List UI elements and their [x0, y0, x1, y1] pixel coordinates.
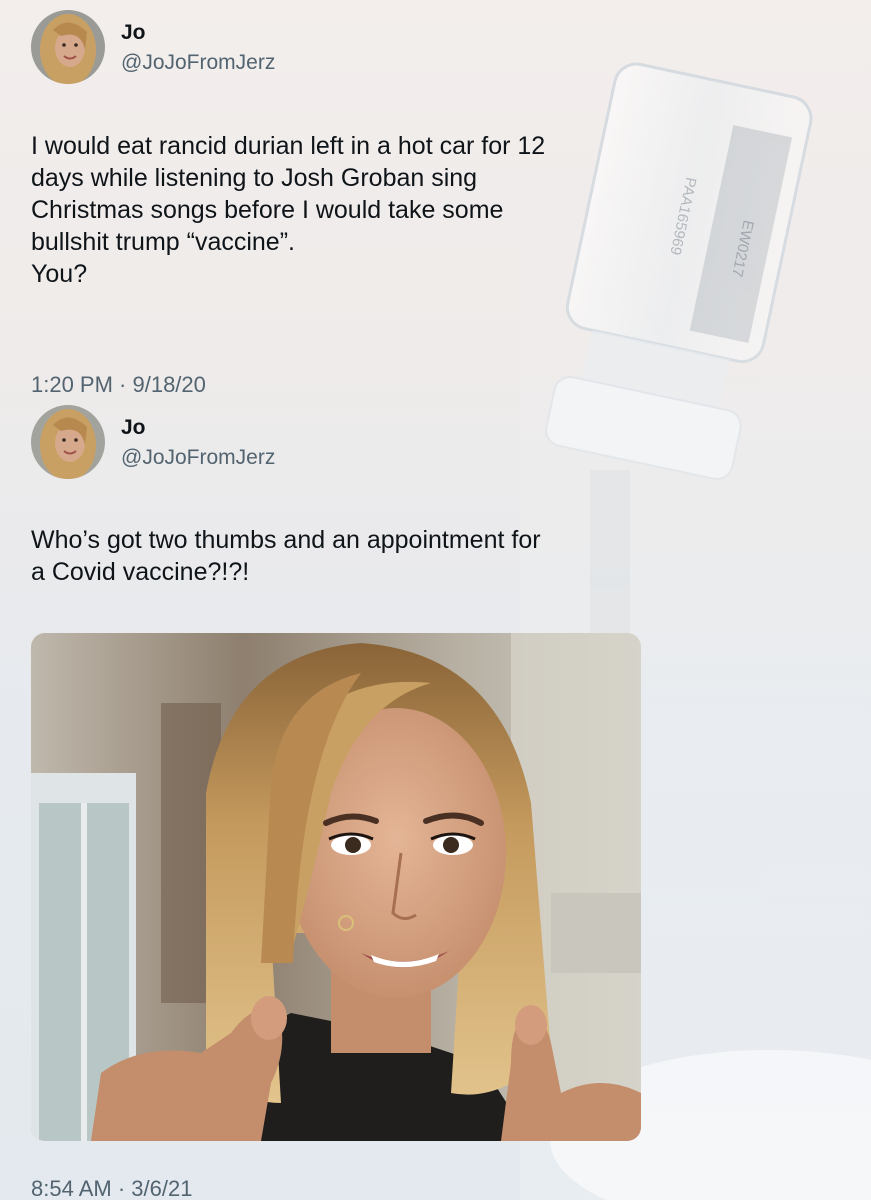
- vial-label-text: EW0217: [728, 219, 757, 279]
- avatar-image: [31, 405, 105, 479]
- user-handle[interactable]: @JoJoFromJerz: [121, 446, 275, 470]
- tweet-text: Who’s got two thumbs and an appointment …: [31, 526, 541, 586]
- user-handle[interactable]: @JoJoFromJerz: [121, 51, 275, 75]
- vial-lot-text: PAA165969: [666, 176, 699, 257]
- tweet-photo[interactable]: [31, 633, 641, 1141]
- display-name[interactable]: Jo: [121, 21, 146, 45]
- avatar[interactable]: [31, 405, 105, 479]
- avatar[interactable]: [31, 10, 105, 84]
- avatar-image: [31, 10, 105, 84]
- tweet-timestamp[interactable]: 1:20 PM · 9/18/20: [31, 372, 206, 398]
- tweet-text: I would eat rancid durian left in a hot …: [31, 132, 546, 288]
- selfie-photo: [31, 633, 641, 1141]
- tweet-timestamp[interactable]: 8:54 AM · 3/6/21: [31, 1176, 192, 1200]
- display-name[interactable]: Jo: [121, 416, 146, 440]
